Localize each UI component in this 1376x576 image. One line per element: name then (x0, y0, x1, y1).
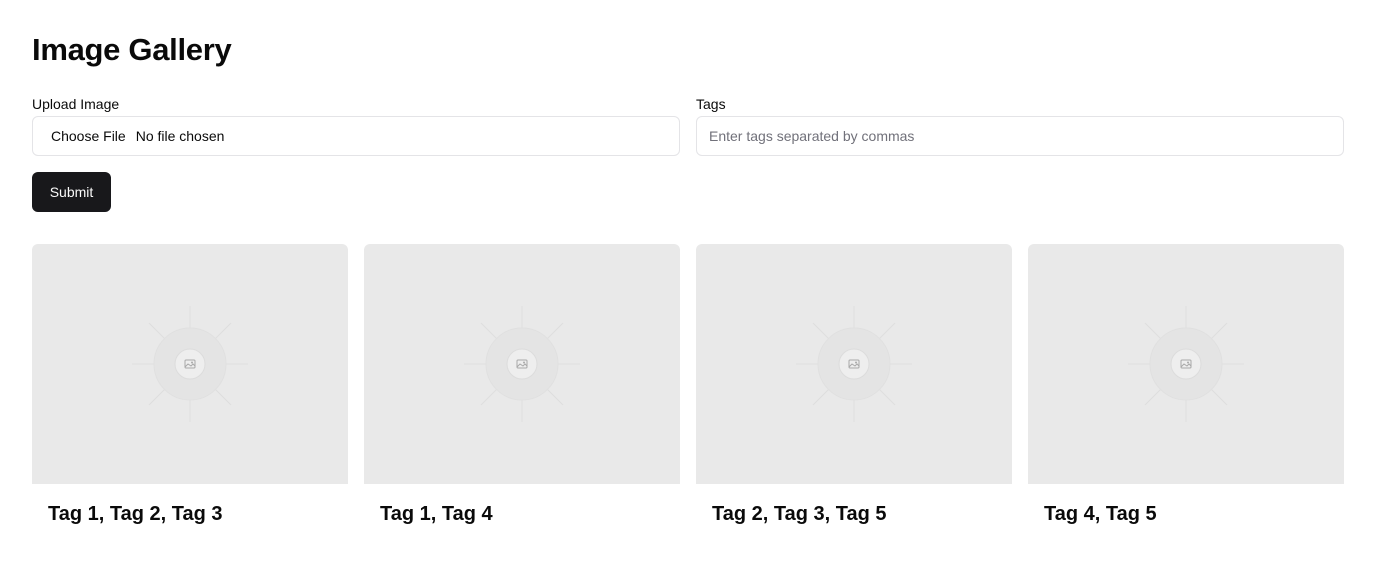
tags-input-box (696, 116, 1344, 156)
choose-file-button[interactable]: Choose File (45, 128, 126, 144)
gallery-card[interactable]: Tag 2, Tag 3, Tag 5 (696, 244, 1012, 526)
tags-field: Tags (696, 96, 1344, 156)
file-status: No file chosen (135, 128, 225, 144)
card-tags: Tag 2, Tag 3, Tag 5 (712, 503, 887, 525)
file-input[interactable]: Choose File No file chosen (32, 116, 680, 156)
image-gallery: Tag 1, Tag 2, Tag 3 Tag 1, Tag 4 Tag 2, … (32, 244, 1344, 526)
gallery-card[interactable]: Tag 1, Tag 4 (364, 244, 680, 526)
upload-field: Upload Image Choose File No file chosen (32, 96, 680, 156)
image-placeholder (696, 244, 1012, 484)
tags-label: Tags (696, 96, 726, 112)
upload-label: Upload Image (32, 96, 120, 112)
page: Image Gallery Upload Image Choose File N… (0, 0, 1376, 576)
page-title: Image Gallery (32, 32, 232, 67)
card-tags: Tag 1, Tag 4 (380, 503, 493, 525)
image-placeholder (364, 244, 680, 484)
card-tags: Tag 1, Tag 2, Tag 3 (48, 503, 223, 525)
image-placeholder (1028, 244, 1344, 484)
gallery-card[interactable]: Tag 4, Tag 5 (1028, 244, 1344, 526)
tags-input[interactable] (709, 117, 1331, 155)
submit-button[interactable]: Submit (32, 172, 111, 212)
card-tags: Tag 4, Tag 5 (1044, 503, 1157, 525)
image-placeholder (32, 244, 348, 484)
gallery-card[interactable]: Tag 1, Tag 2, Tag 3 (32, 244, 348, 526)
upload-form: Upload Image Choose File No file chosen … (32, 96, 1344, 156)
